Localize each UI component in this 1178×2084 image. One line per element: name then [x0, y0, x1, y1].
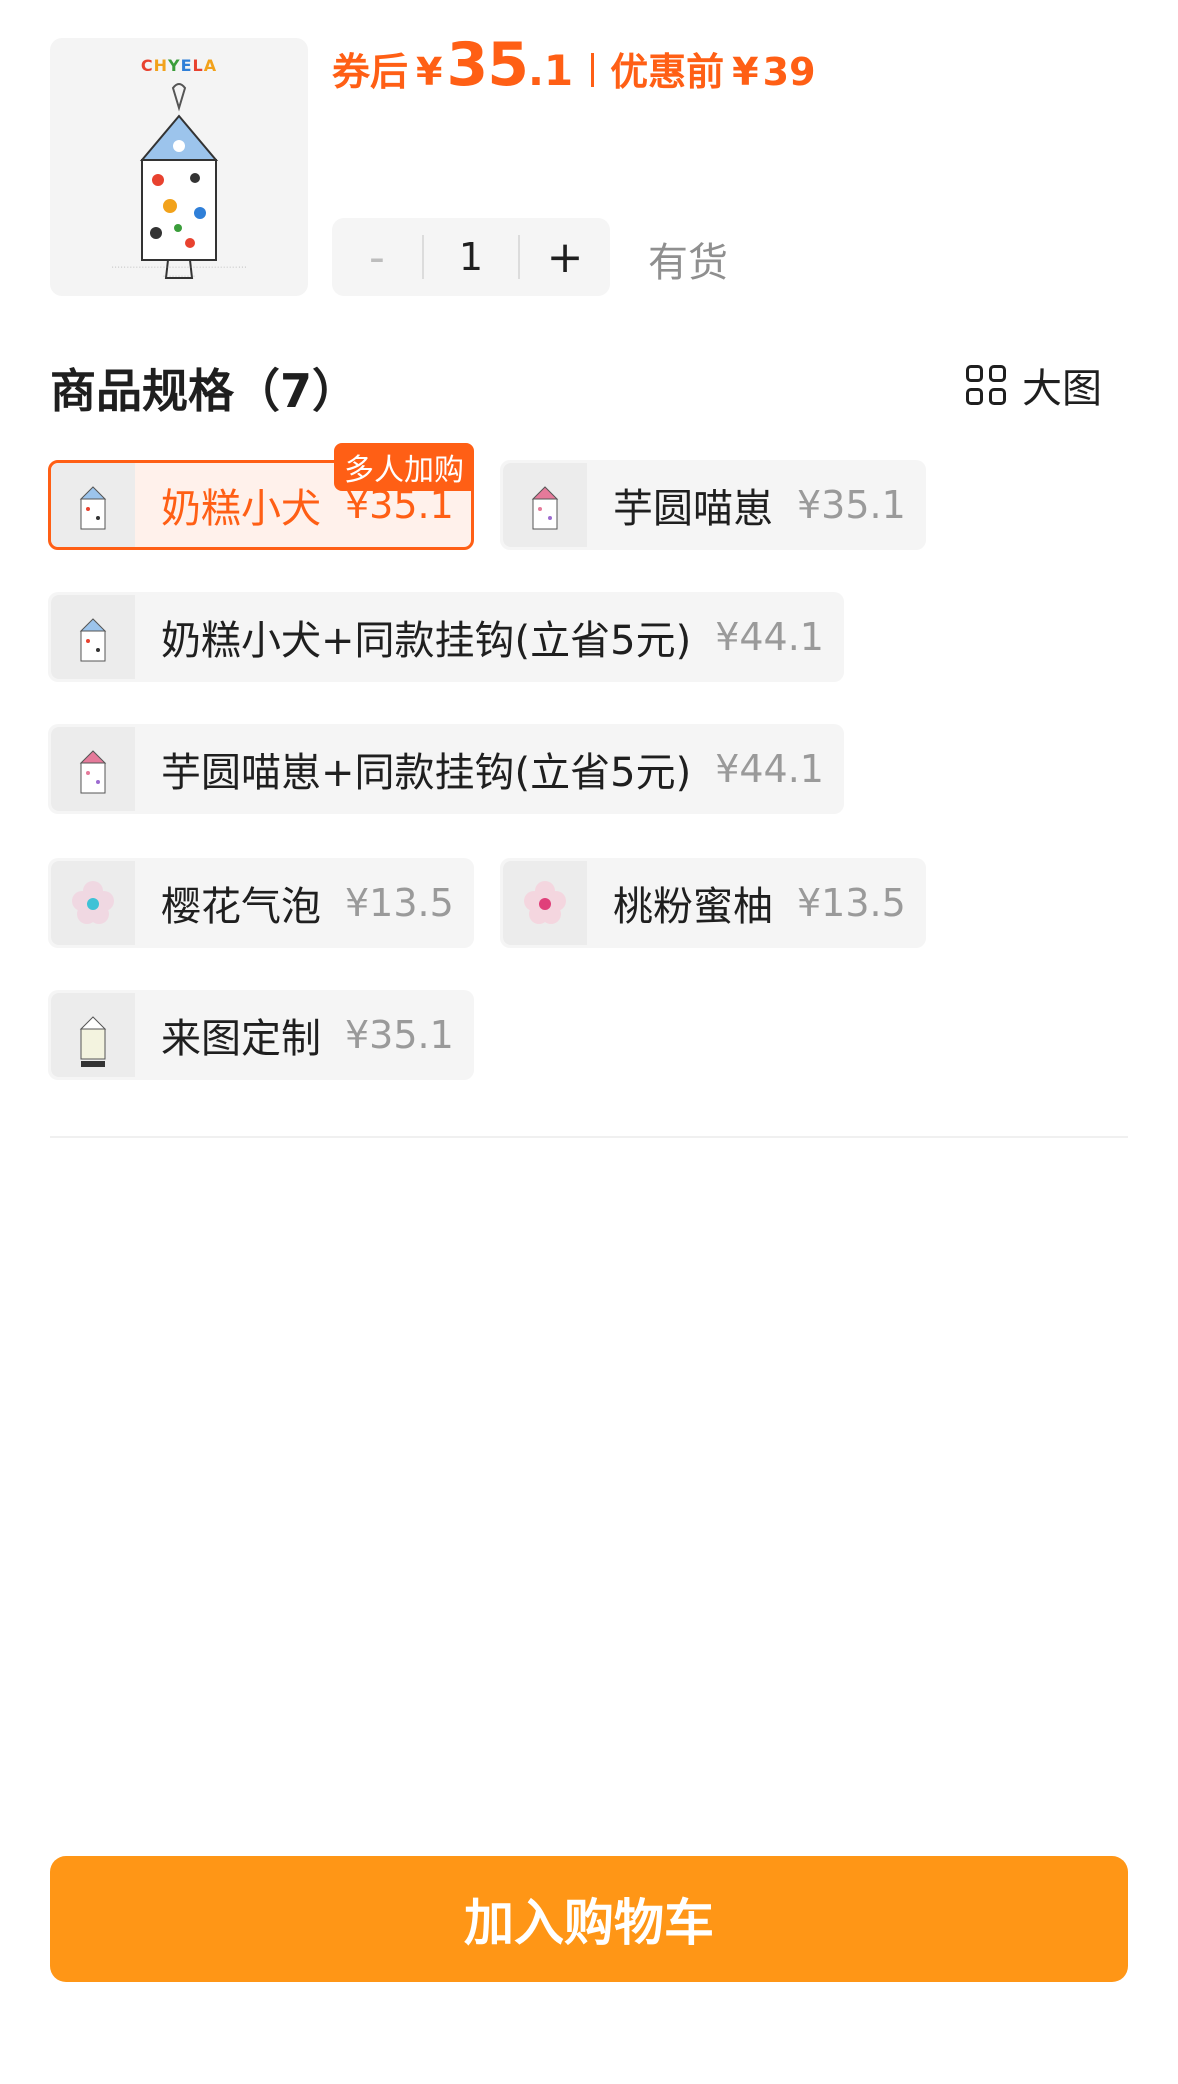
popular-tag: 多人加购: [334, 443, 474, 491]
before-label: 优惠前: [610, 50, 725, 94]
option-price: ¥13.5: [345, 881, 454, 925]
currency-symbol: ¥: [416, 50, 443, 94]
currency-symbol: ¥: [732, 50, 759, 94]
option-price: ¥13.5: [797, 881, 906, 925]
sku-sheet: CHYELA ·································…: [0, 0, 1178, 2084]
option-name: 来图定制: [161, 1016, 321, 1062]
large-image-label: 大图: [1022, 366, 1102, 412]
option-price: ¥44.1: [715, 747, 824, 791]
option-thumbnail: [51, 463, 135, 547]
product-image[interactable]: CHYELA ·································…: [50, 38, 308, 296]
option-thumbnail: [503, 463, 587, 547]
increase-button[interactable]: +: [520, 218, 610, 296]
option-thumbnail: [51, 861, 135, 945]
section-divider: [50, 1136, 1128, 1138]
quantity-value[interactable]: 1: [424, 235, 518, 279]
option-price: ¥44.1: [715, 615, 824, 659]
option-name: 芋圆喵崽: [613, 486, 773, 532]
option-thumbnail: [51, 595, 135, 679]
option-name: 奶糕小犬: [161, 486, 321, 532]
price-separator: [591, 53, 595, 87]
option-name: 芋圆喵崽+同款挂钩(立省5元): [161, 750, 692, 796]
grid-icon: [966, 365, 1006, 405]
option-name: 桃粉蜜柚: [613, 884, 773, 930]
option-thumbnail: [503, 861, 587, 945]
option-price: ¥35.1: [797, 483, 906, 527]
spec-option[interactable]: 樱花气泡 ¥13.5: [48, 858, 474, 948]
bag-illustration: [139, 83, 219, 279]
option-thumbnail: [51, 727, 135, 811]
option-thumbnail: [51, 993, 135, 1077]
option-price: ¥35.1: [345, 1013, 454, 1057]
spec-option[interactable]: 奶糕小犬+同款挂钩(立省5元) ¥44.1: [48, 592, 844, 682]
add-to-cart-button[interactable]: 加入购物车: [50, 1856, 1128, 1982]
decrease-button[interactable]: -: [332, 218, 422, 296]
spec-option[interactable]: 桃粉蜜柚 ¥13.5: [500, 858, 926, 948]
after-coupon-label: 券后: [332, 50, 409, 94]
spec-section-title: 商品规格（7）: [50, 364, 359, 418]
quantity-stepper: - 1 +: [332, 218, 610, 296]
option-name: 樱花气泡: [161, 884, 321, 930]
after-coupon-price-decimal: .1: [527, 46, 574, 95]
stock-status: 有货: [648, 240, 728, 286]
before-price: 39: [762, 50, 816, 94]
spec-option[interactable]: 芋圆喵崽+同款挂钩(立省5元) ¥44.1: [48, 724, 844, 814]
spec-option[interactable]: 芋圆喵崽 ¥35.1: [500, 460, 926, 550]
price-row: 券后 ¥ 35 .1 优惠前 ¥ 39: [332, 30, 816, 110]
option-name: 奶糕小犬+同款挂钩(立省5元): [161, 618, 692, 664]
product-fineprint: ········································…: [111, 265, 247, 280]
spec-option[interactable]: 奶糕小犬 ¥35.1 多人加购: [48, 443, 474, 550]
large-image-toggle[interactable]: 大图: [966, 356, 1102, 414]
spec-option[interactable]: 来图定制 ¥35.1: [48, 990, 474, 1080]
after-coupon-price: 35: [446, 30, 528, 100]
